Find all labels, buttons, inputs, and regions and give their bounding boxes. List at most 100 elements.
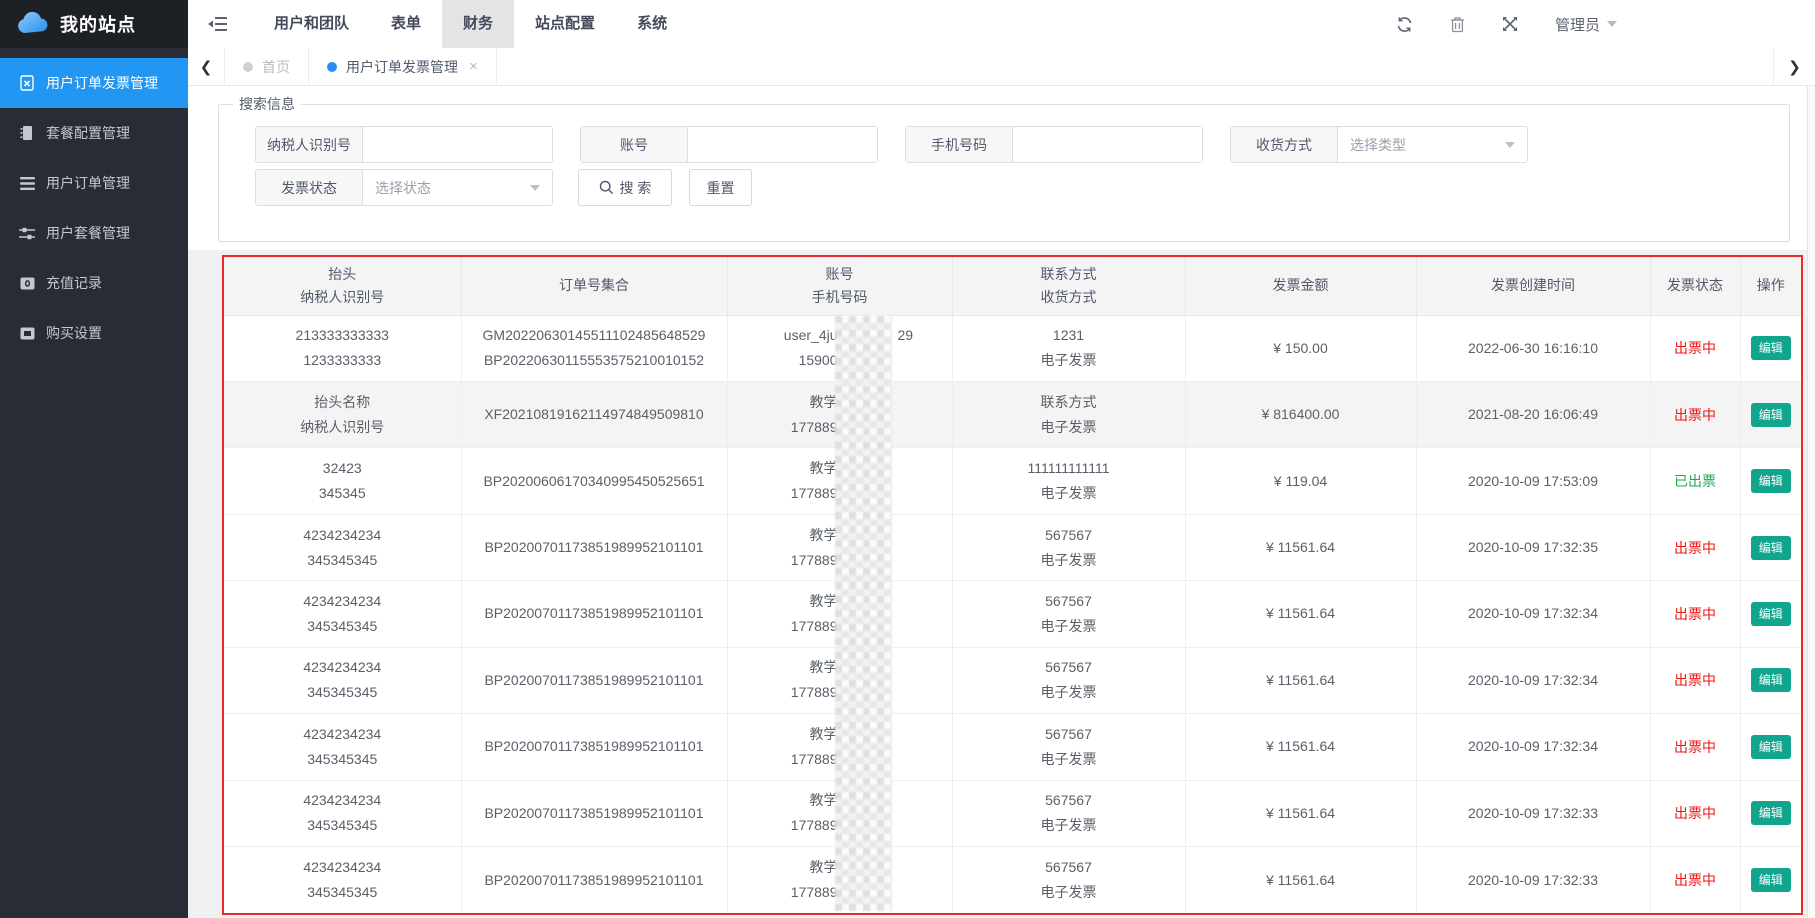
tabs-scroll-left-icon[interactable]: ❮ [188,48,225,85]
sidebar-item-套餐配置管理[interactable]: 套餐配置管理 [0,108,188,158]
account-name-suffix: 29 [898,323,914,348]
tab-close-icon[interactable]: × [469,58,478,75]
column-header-line: 操作 [1741,274,1802,297]
cell-created: 2020-10-09 17:53:09 [1416,448,1650,514]
admin-label: 管理员 [1555,14,1600,35]
tab-dot-icon [327,62,337,72]
cell-created-line: 2020-10-09 17:32:34 [1417,601,1650,626]
refresh-icon[interactable] [1396,16,1413,33]
cell-title-line: 345345345 [224,813,461,838]
scrollbar-gutter[interactable] [1807,86,1815,918]
nav-item[interactable]: 表单 [370,0,442,48]
sidebar-item-用户订单管理[interactable]: 用户订单管理 [0,158,188,208]
纳税人识别号-input[interactable] [363,127,552,162]
tabs-scroll-right-icon[interactable]: ❯ [1773,48,1815,85]
sidebar-item-购买设置[interactable]: 购买设置 [0,308,188,358]
cell-amount-line: ¥ 11561.64 [1186,668,1416,693]
edit-button[interactable]: 编辑 [1751,801,1791,825]
sidebar-collapse-icon[interactable] [208,16,227,32]
cell-title-line: 213333333333 [224,323,461,348]
table-row: 32423345345BP20200606170340995450525651教… [224,448,1801,514]
cell-created-line: 2020-10-09 17:32:34 [1417,734,1650,759]
edit-button[interactable]: 编辑 [1751,868,1791,892]
cell-orders: BP20200701173851989952101101 [461,647,727,713]
tab-label: 首页 [262,57,290,77]
cell-contact-line: 电子发票 [953,481,1185,506]
search-button[interactable]: 搜 索 [578,169,672,206]
sidebar-item-充值记录[interactable]: 充值记录 [0,258,188,308]
cell-created: 2020-10-09 17:32:34 [1416,647,1650,713]
select-value: 选择类型 [1350,135,1406,155]
cell-contact-line: 567567 [953,722,1185,747]
cell-title-line: 4234234234 [224,788,461,813]
cell-title-line: 345345345 [224,880,461,905]
column-header-line: 纳税人识别号 [224,286,461,309]
tab-首页[interactable]: 首页 [225,48,309,85]
sidebar-item-用户套餐管理[interactable]: 用户套餐管理 [0,208,188,258]
cell-status: 出票中 [1650,514,1740,580]
cell-actions: 编辑 [1740,315,1801,381]
field-group-纳税人识别号: 纳税人识别号 [255,126,553,163]
cell-orders-line: BP20220630115553575210010152 [462,348,727,373]
admin-dropdown[interactable]: 管理员 [1555,14,1617,35]
edit-button[interactable]: 编辑 [1751,469,1791,493]
table-row: 4234234234345345345BP2020070117385198995… [224,780,1801,846]
edit-button[interactable]: 编辑 [1751,536,1791,560]
nav-item[interactable]: 财务 [442,0,514,48]
cell-created: 2022-06-30 16:16:10 [1416,315,1650,381]
edit-button[interactable]: 编辑 [1751,602,1791,626]
reset-button[interactable]: 重置 [689,169,752,206]
cell-contact-line: 电子发票 [953,614,1185,639]
edit-button[interactable]: 编辑 [1751,668,1791,692]
edit-button[interactable]: 编辑 [1751,735,1791,759]
sidebar-item-label: 购买设置 [46,323,102,343]
sidebar-item-用户订单发票管理[interactable]: 用户订单发票管理 [0,58,188,108]
cell-amount-line: ¥ 11561.64 [1186,734,1416,759]
nav-item[interactable]: 系统 [616,0,688,48]
tab-bar: ❮ 首页用户订单发票管理× ❯ [188,48,1815,86]
cell-status: 已出票 [1650,448,1740,514]
nav-item[interactable]: 用户和团队 [253,0,370,48]
cell-orders-line: BP20200701173851989952101101 [462,734,727,759]
cell-amount-line: ¥ 11561.64 [1186,801,1416,826]
trash-icon[interactable] [1450,16,1465,33]
edit-button[interactable]: 编辑 [1751,336,1791,360]
edit-button[interactable]: 编辑 [1751,403,1791,427]
cell-orders-line: GM20220630145511102485648529 [462,323,727,348]
tab-dot-icon [243,62,253,72]
cell-title-line: 1233333333 [224,348,461,373]
cell-created: 2021-08-20 16:06:49 [1416,381,1650,447]
cell-title: 4234234234345345345 [224,714,461,780]
column-header-line: 账号 [728,263,952,286]
cell-created-line: 2020-10-09 17:53:09 [1417,469,1650,494]
cell-amount-line: ¥ 816400.00 [1186,402,1416,427]
column-header-抬头: 抬头纳税人识别号 [224,257,461,315]
fullscreen-icon[interactable] [1502,16,1518,33]
nav-item[interactable]: 站点配置 [514,0,616,48]
收货方式-select[interactable]: 选择类型 [1338,127,1527,162]
cell-status: 出票中 [1650,847,1740,914]
sidebar-item-label: 用户套餐管理 [46,223,130,243]
cell-created-line: 2020-10-09 17:32:34 [1417,668,1650,693]
cell-contact-line: 电子发票 [953,548,1185,573]
cell-orders-line: BP20200701173851989952101101 [462,601,727,626]
cell-amount: ¥ 11561.64 [1185,847,1416,914]
cell-orders: BP20200606170340995450525651 [461,448,727,514]
recharge-icon [19,275,35,291]
发票状态-select[interactable]: 选择状态 [363,170,552,205]
手机号码-input[interactable] [1013,127,1202,162]
cell-contact-line: 电子发票 [953,747,1185,772]
cell-created: 2020-10-09 17:32:34 [1416,581,1650,647]
cell-contact: 567567电子发票 [952,847,1185,914]
table-row: 4234234234345345345BP2020070117385198995… [224,514,1801,580]
tab-用户订单发票管理[interactable]: 用户订单发票管理× [309,48,497,85]
sidebar-item-label: 套餐配置管理 [46,123,130,143]
cell-amount: ¥ 11561.64 [1185,581,1416,647]
cell-amount: ¥ 11561.64 [1185,780,1416,846]
column-header-发票创建时间: 发票创建时间 [1416,257,1650,315]
cell-title: 4234234234345345345 [224,780,461,846]
status-badge: 已出票 [1674,473,1716,489]
cell-contact-line: 567567 [953,788,1185,813]
invoice-doc-icon [19,75,35,91]
账号-input[interactable] [688,127,877,162]
